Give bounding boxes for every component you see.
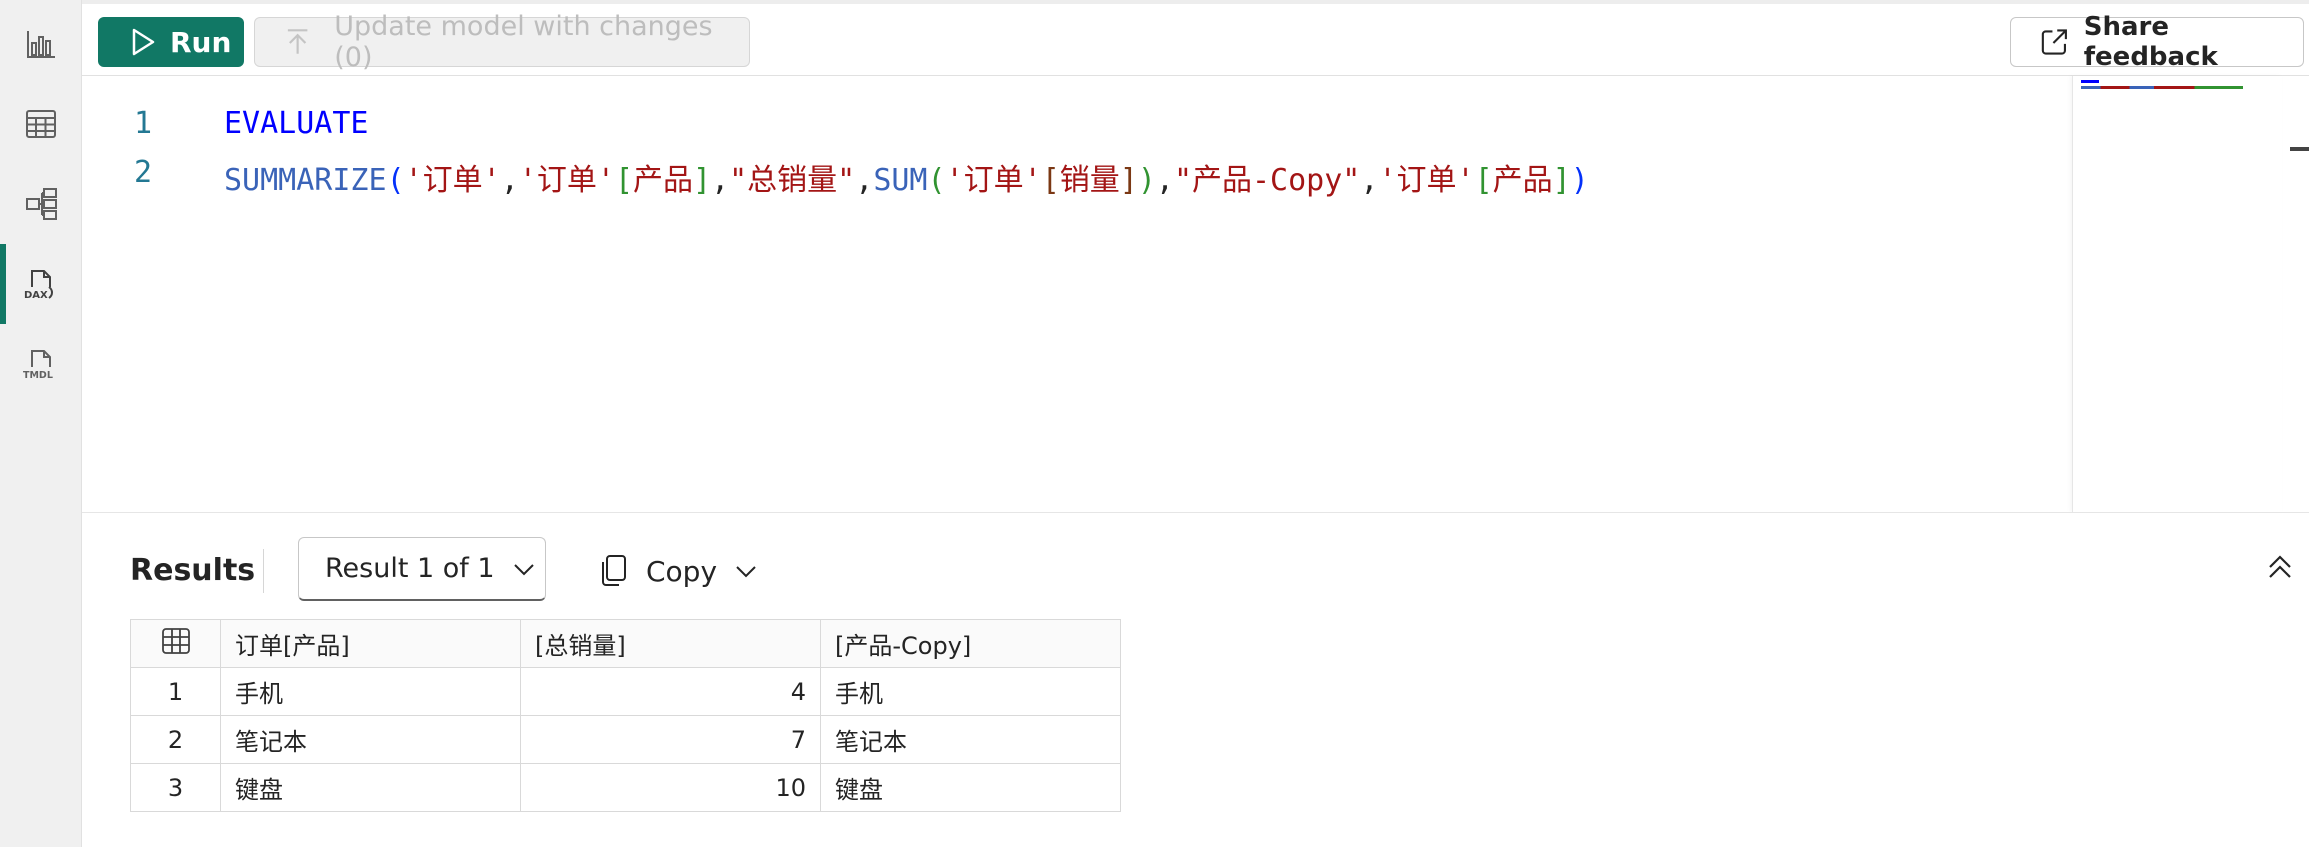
dax-icon: DAX [24, 270, 53, 301]
table-cell[interactable]: 键盘 [220, 763, 521, 812]
copy-icon [602, 555, 626, 586]
collapse-results-icon[interactable] [2262, 549, 2298, 585]
code-comma: , [711, 163, 730, 198]
table-cell[interactable]: 笔记本 [220, 715, 521, 764]
report-view-button[interactable] [0, 4, 82, 84]
code-line-1[interactable]: EVALUATE [224, 106, 369, 141]
column-header[interactable]: [总销量] [520, 619, 821, 668]
code-comma: , [1360, 163, 1379, 198]
results-pane: Results Result 1 of 1 Copy 订单[产品] [总销量] … [82, 512, 2309, 847]
code-minimap[interactable] [2072, 76, 2282, 512]
report-icon [27, 31, 55, 58]
line-number: 2 [134, 155, 153, 190]
copy-label: Copy [646, 554, 718, 588]
code-column-ref: 销量 [1059, 163, 1120, 198]
code-bracket: [ [614, 163, 633, 198]
tmdl-icon: TMDL [23, 350, 53, 381]
results-table: 订单[产品] [总销量] [产品-Copy] 1 手机 4 手机 2 笔记本 7… [130, 619, 1121, 812]
column-header[interactable]: [产品-Copy] [820, 619, 1121, 668]
divider [263, 549, 264, 593]
dax-editor[interactable]: 1 EVALUATE 2 SUMMARIZE('订单','订单'[产品],"总销… [82, 76, 2309, 512]
code-function: SUMMARIZE [224, 163, 387, 198]
grid-icon [161, 627, 190, 654]
update-model-label: Update model with changes (0) [334, 11, 713, 73]
code-bracket: [ [1474, 163, 1493, 198]
code-line-2[interactable]: SUMMARIZE('订单','订单'[产品],"总销量",SUM('订单'[销… [224, 155, 1589, 199]
model-icon [26, 188, 57, 220]
scrollbar-marker[interactable] [2290, 147, 2309, 151]
arrow-up-icon [287, 29, 308, 54]
update-model-button[interactable]: Update model with changes (0) [254, 11, 750, 73]
table-icon [26, 110, 56, 138]
tmdl-view-button[interactable]: TMDL [0, 324, 82, 404]
table-row[interactable]: 1 手机 4 手机 [130, 667, 1121, 716]
chevron-down-icon [736, 566, 756, 578]
table-row[interactable]: 3 键盘 10 键盘 [130, 763, 1121, 812]
line-number: 1 [134, 106, 153, 141]
code-table-ref: '订单' [1378, 163, 1475, 198]
code-column-ref: 产品 [633, 163, 693, 198]
code-table-ref: '订单' [404, 163, 501, 198]
table-cell[interactable]: 手机 [820, 667, 1121, 716]
dax-query-view-button[interactable]: DAX [0, 244, 82, 324]
row-index: 3 [130, 763, 221, 812]
row-index: 1 [130, 667, 221, 716]
code-bracket: ] [693, 163, 712, 198]
code-string: "产品-Copy" [1173, 163, 1361, 198]
code-column-ref: 产品 [1492, 163, 1553, 198]
table-header-row: 订单[产品] [总销量] [产品-Copy] [130, 619, 1121, 668]
svg-text:DAX: DAX [24, 290, 48, 301]
share-feedback-button[interactable]: Share feedback [2010, 12, 2304, 72]
code-paren: ( [386, 163, 405, 198]
table-cell[interactable]: 键盘 [820, 763, 1121, 812]
left-rail: DAX TMDL [0, 0, 82, 847]
result-selector-dropdown[interactable]: Result 1 of 1 [298, 537, 546, 601]
result-selector-label: Result 1 of 1 [325, 553, 495, 584]
svg-text:TMDL: TMDL [23, 370, 53, 381]
table-view-button[interactable] [0, 84, 82, 164]
minimap-line [2081, 80, 2099, 83]
code-keyword: EVALUATE [224, 106, 369, 141]
column-header[interactable]: 订单[产品] [220, 619, 521, 668]
code-paren: ) [1137, 163, 1156, 198]
share-feedback-label: Share feedback [2083, 12, 2218, 72]
table-cell[interactable]: 笔记本 [820, 715, 1121, 764]
code-table-ref: '订单' [518, 163, 615, 198]
table-cell[interactable]: 手机 [220, 667, 521, 716]
code-bracket: ] [1119, 163, 1138, 198]
minimap-line [2081, 86, 2243, 89]
table-row[interactable]: 2 笔记本 7 笔记本 [130, 715, 1121, 764]
code-comma: , [855, 163, 874, 198]
run-label: Run [170, 25, 232, 59]
table-header-corner[interactable] [130, 619, 221, 668]
code-bracket: [ [1041, 163, 1060, 198]
code-paren: ( [927, 163, 946, 198]
code-string: "总销量" [729, 163, 856, 198]
code-table-ref: '订单' [945, 163, 1042, 198]
play-icon [132, 28, 155, 56]
run-button[interactable]: Run [98, 17, 244, 67]
table-cell[interactable]: 4 [520, 667, 821, 716]
code-bracket: ] [1552, 163, 1571, 198]
row-index: 2 [130, 715, 221, 764]
top-toolbar: Run Update model with changes (0) Share … [82, 0, 2309, 76]
code-comma: , [500, 163, 519, 198]
table-cell[interactable]: 10 [520, 763, 821, 812]
external-link-icon [2041, 29, 2067, 55]
copy-button[interactable]: Copy [598, 549, 759, 593]
model-view-button[interactable] [0, 164, 82, 244]
code-comma: , [1155, 163, 1174, 198]
table-cell[interactable]: 7 [520, 715, 821, 764]
code-paren: ) [1570, 163, 1589, 198]
code-function: SUM [873, 163, 928, 198]
results-title: Results [130, 553, 256, 588]
chevron-down-icon [513, 563, 534, 575]
